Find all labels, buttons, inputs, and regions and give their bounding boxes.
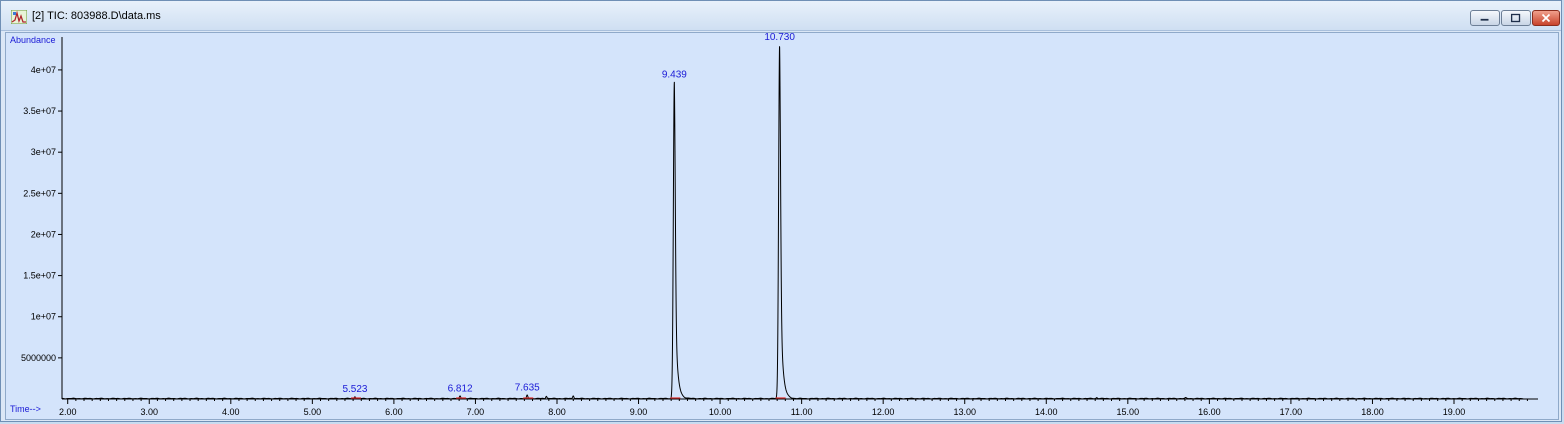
minimize-icon xyxy=(1480,18,1489,21)
x-axis-label: Time--> xyxy=(10,404,41,414)
y-tick-label: 3.5e+07 xyxy=(23,106,56,116)
x-tick-label: 17.00 xyxy=(1280,407,1303,417)
x-tick-label: 7.00 xyxy=(467,407,485,417)
minimize-button[interactable] xyxy=(1470,10,1500,26)
peak-label: 9.439 xyxy=(662,69,687,80)
peak-labels: 5.523 6.812 7.635 9.439 10.730 xyxy=(342,33,795,395)
x-tick-label: 3.00 xyxy=(140,407,158,417)
title-bar[interactable]: [2] TIC: 803988.D\data.ms xyxy=(1,1,1561,31)
x-tick-label: 11.00 xyxy=(791,407,813,417)
tic-trace-line xyxy=(61,46,1524,400)
x-tick-label: 15.00 xyxy=(1117,407,1140,417)
maximize-button[interactable] xyxy=(1501,10,1531,26)
axis-ticks: 5000000 1e+07 1.5e+07 2e+07 2.5e+07 3e+07 3.5e… xyxy=(21,65,1528,417)
x-tick-label: 19.00 xyxy=(1443,407,1466,417)
chromatogram-chart: Abundance Time--> 5000000 1e+07 1.5e+07 2e+… xyxy=(10,33,1538,417)
x-tick-label: 8.00 xyxy=(548,407,566,417)
y-tick-label: 1e+07 xyxy=(31,312,56,322)
x-tick-label: 4.00 xyxy=(222,407,240,417)
chromatogram-window: [2] TIC: 803988.D\data.ms Abundance Time… xyxy=(0,0,1562,422)
x-tick-label: 13.00 xyxy=(953,407,976,417)
peak-label: 6.812 xyxy=(448,384,473,395)
chromatogram-plot-area[interactable]: Abundance Time--> 5000000 1e+07 1.5e+07 2e+… xyxy=(5,32,1559,420)
x-tick-label: 12.00 xyxy=(872,407,895,417)
x-tick-label: 16.00 xyxy=(1198,407,1221,417)
y-tick-label: 3e+07 xyxy=(31,147,56,157)
x-tick-label: 18.00 xyxy=(1361,407,1384,417)
window-title: [2] TIC: 803988.D\data.ms xyxy=(32,10,161,22)
x-tick-label: 10.00 xyxy=(709,407,732,417)
y-tick-label: 4e+07 xyxy=(31,65,56,75)
x-tick-label: 9.00 xyxy=(630,407,648,417)
close-button[interactable] xyxy=(1532,10,1560,26)
y-axis-label: Abundance xyxy=(10,35,56,45)
y-tick-label: 2.5e+07 xyxy=(23,188,56,198)
chromatogram-app-icon xyxy=(11,10,27,24)
peak-label: 7.635 xyxy=(515,383,540,394)
x-tick-label: 2.00 xyxy=(59,407,77,417)
x-tick-label: 6.00 xyxy=(385,407,403,417)
tic-trace xyxy=(61,46,1524,400)
x-tick-label: 14.00 xyxy=(1035,407,1058,417)
x-tick-label: 5.00 xyxy=(304,407,322,417)
y-tick-label: 5000000 xyxy=(21,353,56,363)
axes xyxy=(61,37,1538,400)
peak-label: 10.730 xyxy=(764,33,795,43)
y-tick-label: 2e+07 xyxy=(31,229,56,239)
close-icon xyxy=(1541,13,1551,23)
y-tick-label: 1.5e+07 xyxy=(23,271,56,281)
maximize-icon xyxy=(1510,13,1521,23)
peak-label: 5.523 xyxy=(342,384,367,395)
